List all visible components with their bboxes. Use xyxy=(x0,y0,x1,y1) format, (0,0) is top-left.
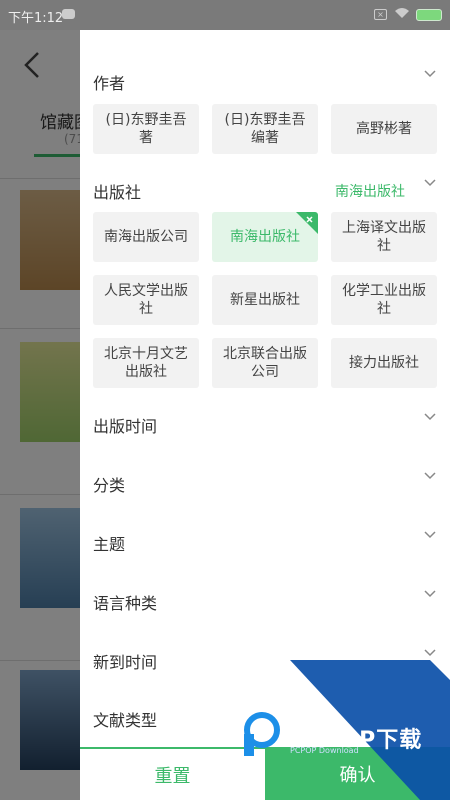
author-option[interactable]: (日)东野圭吾编著 xyxy=(212,104,318,154)
publisher-option[interactable]: 北京十月文艺出版社 xyxy=(93,338,199,388)
publisher-option[interactable]: 新星出版社 xyxy=(212,275,318,325)
watermark-subtext: PCPOP Download xyxy=(290,746,359,755)
wifi-icon xyxy=(394,7,410,22)
chevron-down-icon[interactable] xyxy=(424,472,436,484)
publisher-option-selected[interactable]: 南海出版社 xyxy=(212,212,318,262)
message-icon xyxy=(62,9,75,19)
status-bar: 下午1:12 × xyxy=(0,0,450,30)
section-subject-title[interactable]: 主题 xyxy=(93,531,125,555)
check-icon xyxy=(296,212,318,234)
author-option[interactable]: (日)东野圭吾著 xyxy=(93,104,199,154)
section-language-title[interactable]: 语言种类 xyxy=(93,590,157,614)
chevron-down-icon[interactable] xyxy=(424,590,436,602)
section-author-title[interactable]: 作者 xyxy=(93,70,125,94)
publisher-option[interactable]: 化学工业出版社 xyxy=(331,275,437,325)
publisher-selected-value: 南海出版社 xyxy=(335,184,405,200)
reset-button[interactable]: 重置 xyxy=(80,749,265,800)
author-option[interactable]: 高野彬著 xyxy=(331,104,437,154)
status-time: 下午1:12 xyxy=(8,11,64,26)
publisher-option[interactable]: 南海出版公司 xyxy=(93,212,199,262)
publisher-option-label: 南海出版社 xyxy=(230,229,300,245)
chevron-down-icon[interactable] xyxy=(424,70,436,82)
section-category-title[interactable]: 分类 xyxy=(93,472,125,496)
chevron-down-icon[interactable] xyxy=(424,531,436,543)
section-publisher-title[interactable]: 出版社 xyxy=(93,179,141,203)
section-publish-time-title[interactable]: 出版时间 xyxy=(93,413,157,437)
publisher-option[interactable]: 上海译文出版社 xyxy=(331,212,437,262)
chevron-down-icon[interactable] xyxy=(424,179,436,191)
battery-icon xyxy=(416,9,442,21)
section-arrival-time-title[interactable]: 新到时间 xyxy=(93,649,157,673)
publisher-option[interactable]: 北京联合出版公司 xyxy=(212,338,318,388)
sim-icon: × xyxy=(374,9,387,20)
watermark-logo-icon xyxy=(244,712,280,756)
publisher-option[interactable]: 人民文学出版社 xyxy=(93,275,199,325)
section-doc-type-title[interactable]: 文献类型 xyxy=(93,707,157,731)
publisher-option[interactable]: 接力出版社 xyxy=(331,338,437,388)
chevron-down-icon[interactable] xyxy=(424,413,436,425)
